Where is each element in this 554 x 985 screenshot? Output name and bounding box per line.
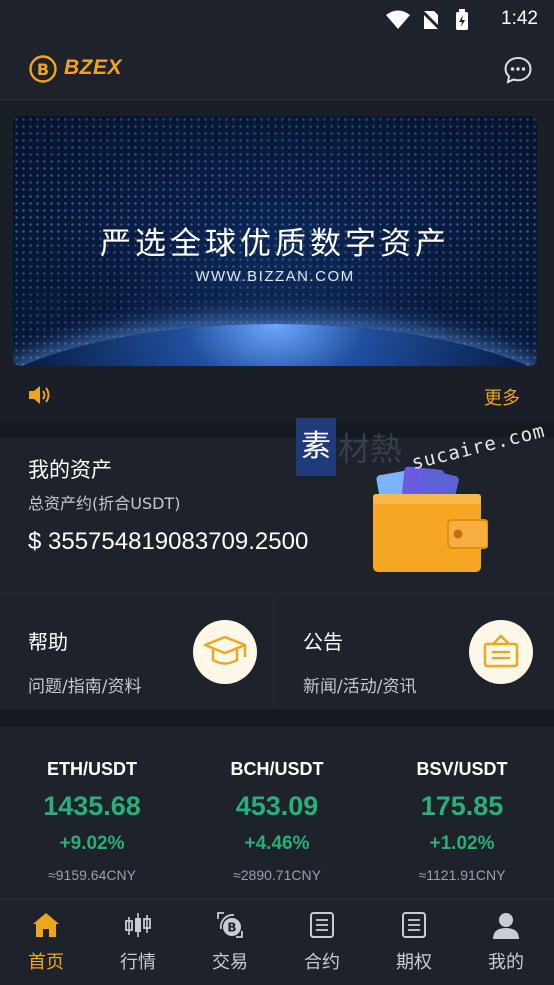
ticker-pair: BSV/USDT	[416, 759, 508, 779]
candlestick-icon	[125, 913, 151, 937]
options-icon	[402, 912, 426, 938]
help-card-subtitle: 问题/指南/资料	[28, 677, 142, 697]
assets-amount: $ 355754819083709.2500	[28, 528, 309, 555]
graduation-cap-icon	[203, 635, 247, 665]
promo-banner[interactable]: 严选全球优质数字资产 WWW.BIZZAN.COM	[13, 116, 537, 366]
assets-title: 我的资产	[28, 458, 112, 482]
home-icon	[33, 913, 59, 937]
ticker-price: 453.09	[235, 791, 319, 821]
ticker-cny: ≈9159.64CNY	[48, 867, 136, 883]
bottom-tab-bar: 首页 行情 B 交易 合约 期权 我的	[0, 898, 554, 985]
help-notice-cards: 帮助 问题/指南/资料 公告 新闻/活动/资讯	[0, 593, 554, 710]
tab-market[interactable]: 行情	[92, 899, 184, 985]
svg-text:B: B	[37, 60, 49, 79]
tab-options[interactable]: 期权	[368, 899, 460, 985]
contract-icon	[310, 912, 334, 938]
market-tickers: ETH/USDT 1435.68 +9.02% ≈9159.64CNY BCH/…	[0, 727, 554, 897]
ticker-eth[interactable]: ETH/USDT 1435.68 +9.02% ≈9159.64CNY	[0, 727, 184, 897]
assets-subtitle: 总资产约(折合USDT)	[28, 494, 181, 513]
help-card[interactable]: 帮助 问题/指南/资料	[0, 594, 274, 710]
announcement-card-title: 公告	[303, 630, 343, 654]
tab-label: 行情	[120, 952, 156, 973]
status-bar: 1:42	[0, 0, 554, 40]
app-header: B BZEX	[0, 40, 554, 100]
message-icon[interactable]	[502, 54, 534, 86]
help-card-title: 帮助	[28, 630, 68, 654]
tab-home[interactable]: 首页	[0, 899, 92, 985]
ticker-cny: ≈2890.71CNY	[233, 867, 321, 883]
section-divider	[0, 709, 554, 727]
logo-text: BZEX	[64, 56, 123, 79]
wifi-icon	[386, 10, 410, 29]
speaker-icon	[29, 386, 50, 404]
ticker-cny: ≈1121.91CNY	[418, 867, 506, 883]
ticker-pair: BCH/USDT	[230, 759, 324, 779]
ticker-bch[interactable]: BCH/USDT 453.09 +4.46% ≈2890.71CNY	[185, 727, 369, 897]
tab-label: 我的	[488, 952, 524, 973]
banner-url: WWW.BIZZAN.COM	[195, 268, 355, 285]
exchange-icon: B	[217, 912, 243, 938]
wallet-icon	[373, 466, 488, 572]
tab-trade[interactable]: B 交易	[184, 899, 276, 985]
help-card-badge	[193, 620, 257, 684]
my-assets-panel[interactable]: 我的资产 总资产约(折合USDT) $ 355754819083709.2500	[0, 438, 554, 593]
announcement-card[interactable]: 公告 新闻/活动/资讯	[275, 594, 549, 710]
ticker-bsv[interactable]: BSV/USDT 175.85 +1.02% ≈1121.91CNY	[370, 727, 554, 897]
banner-title: 严选全球优质数字资产	[100, 226, 450, 262]
tab-label: 期权	[396, 952, 432, 973]
status-time: 1:42	[501, 8, 538, 29]
announcement-card-subtitle: 新闻/活动/资讯	[303, 677, 417, 697]
announcement-board-icon	[483, 634, 519, 668]
section-divider	[0, 422, 554, 438]
svg-text:B: B	[227, 921, 236, 935]
ticker-change: +1.02%	[429, 833, 495, 854]
tab-label: 合约	[304, 952, 340, 973]
ticker-change: +9.02%	[59, 833, 125, 854]
tab-contract[interactable]: 合约	[276, 899, 368, 985]
more-link[interactable]: 更多	[484, 384, 520, 410]
ticker-price: 175.85	[420, 791, 504, 821]
profile-icon	[493, 913, 519, 939]
tab-label: 首页	[28, 952, 64, 973]
bzex-logo-icon: B	[29, 55, 57, 83]
status-icons	[386, 8, 468, 32]
no-sim-icon	[419, 8, 443, 32]
tab-profile[interactable]: 我的	[460, 899, 552, 985]
ticker-change: +4.46%	[244, 833, 310, 854]
announcement-card-badge	[469, 620, 533, 684]
ticker-price: 1435.68	[43, 791, 141, 821]
battery-icon	[456, 9, 468, 30]
tab-label: 交易	[212, 952, 248, 973]
ticker-pair: ETH/USDT	[47, 759, 137, 779]
notice-row: 更多	[0, 366, 554, 422]
